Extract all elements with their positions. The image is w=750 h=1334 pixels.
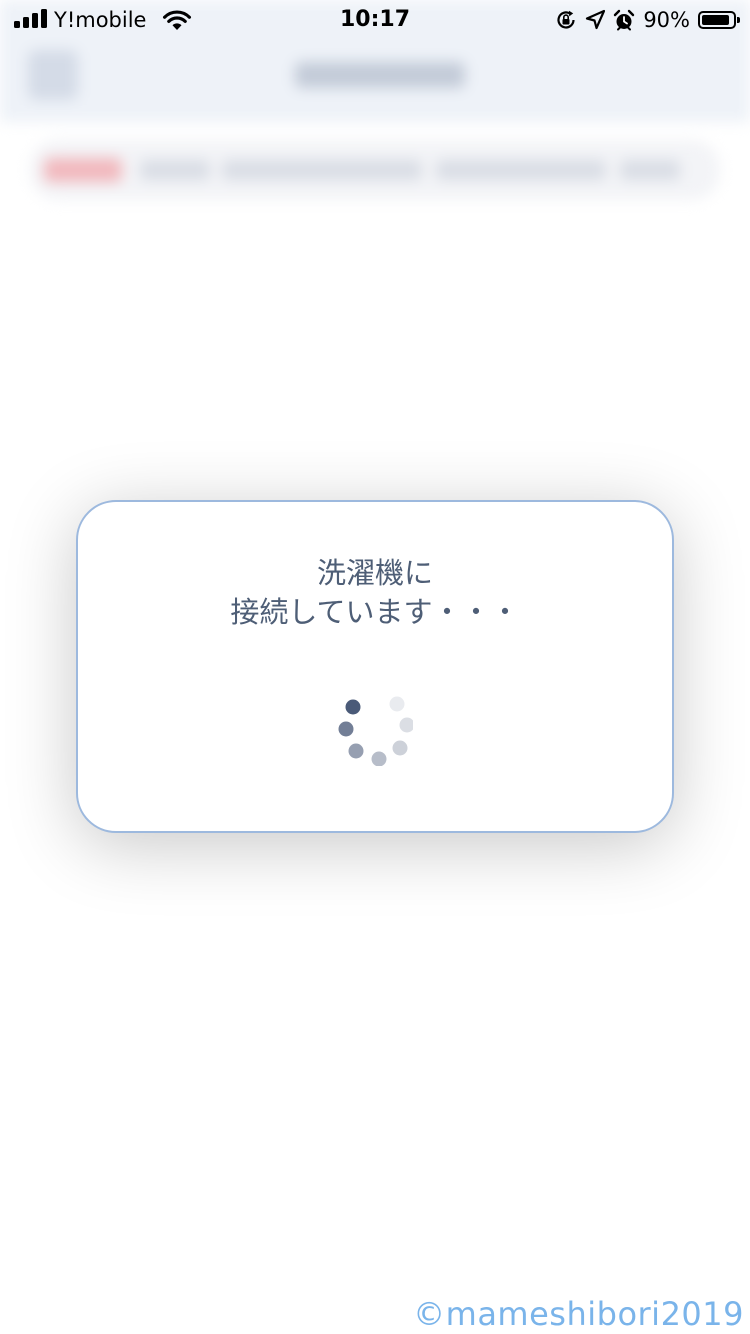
blurred-banner-text bbox=[140, 160, 210, 180]
battery-level-fill bbox=[702, 15, 729, 25]
blurred-menu-icon bbox=[28, 50, 78, 100]
blurred-banner-text bbox=[620, 160, 680, 180]
status-right-icons: 90% bbox=[555, 6, 740, 34]
watermark-text: ©mameshibori2019 bbox=[413, 1295, 744, 1333]
connecting-message: 洗濯機に 接続しています・・・ bbox=[78, 554, 672, 632]
alarm-clock-icon bbox=[614, 9, 635, 31]
location-arrow-icon bbox=[586, 9, 606, 30]
connecting-message-line1: 洗濯機に bbox=[316, 556, 433, 590]
orientation-lock-icon bbox=[557, 10, 575, 29]
battery-percent: 90% bbox=[643, 8, 690, 32]
blurred-banner-text bbox=[222, 160, 422, 180]
battery-icon bbox=[698, 11, 740, 29]
blurred-new-badge bbox=[44, 158, 122, 182]
blurred-header-title bbox=[295, 62, 465, 88]
connecting-dialog: 洗濯機に 接続しています・・・ bbox=[76, 500, 674, 833]
blurred-banner-text bbox=[436, 160, 606, 180]
connecting-message-line2: 接続しています・・・ bbox=[230, 595, 520, 629]
loading-spinner-icon bbox=[333, 696, 413, 766]
status-bar: Y!mobile 10:17 90% bbox=[0, 0, 750, 40]
